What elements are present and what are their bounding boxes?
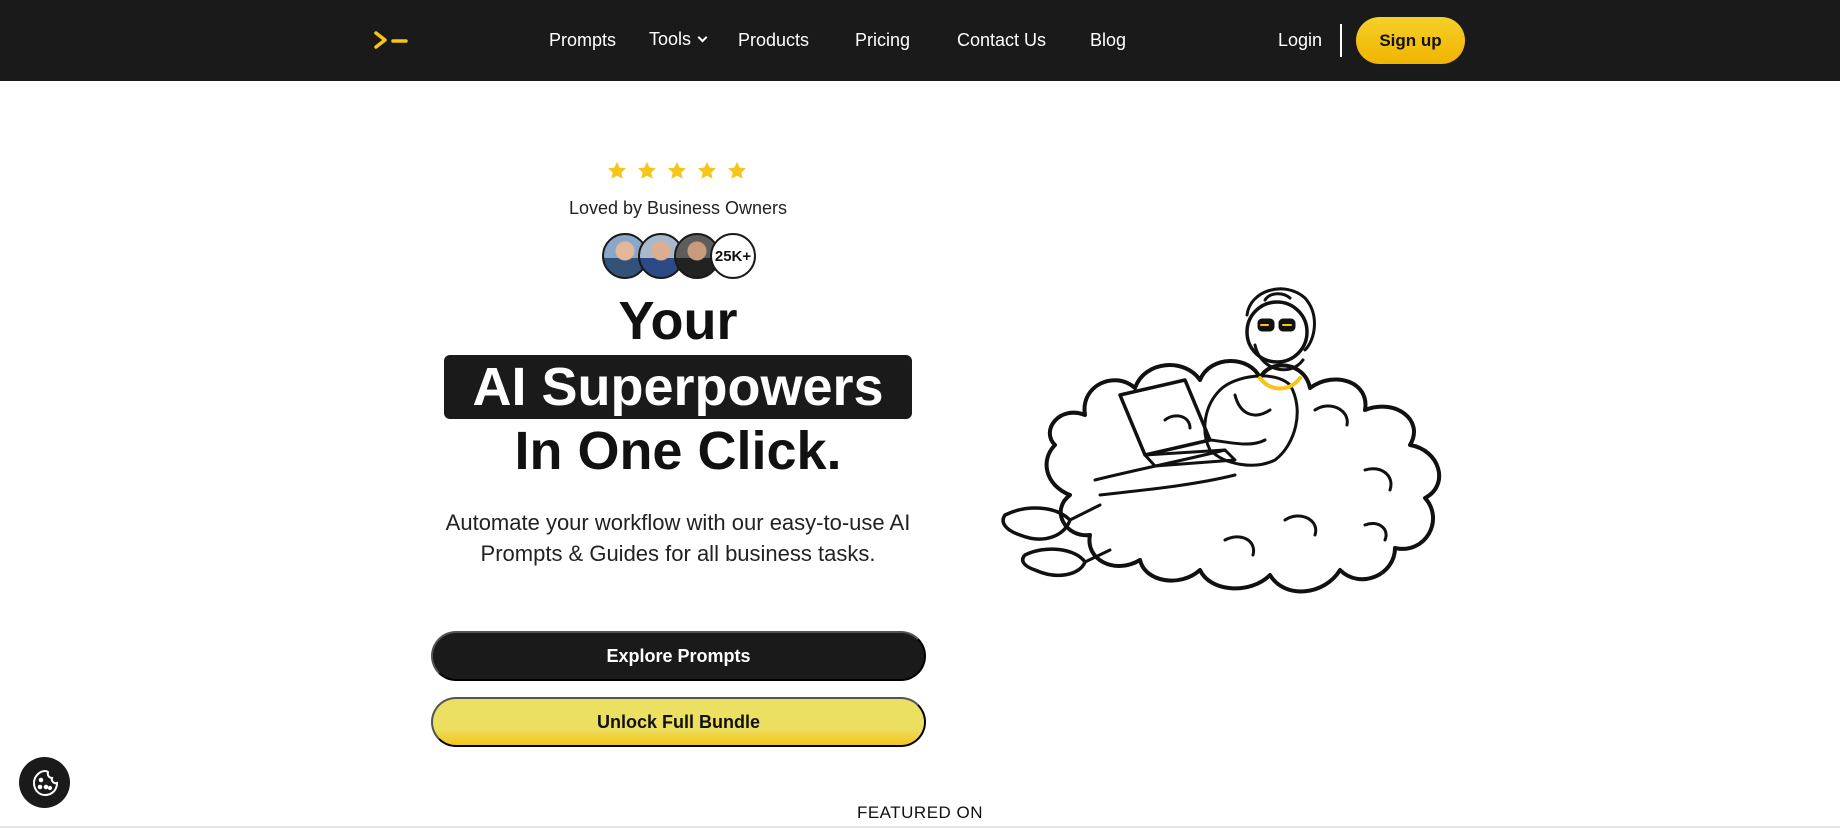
star-icon [698, 161, 716, 179]
nav-link-contact-us[interactable]: Contact Us [957, 29, 1046, 51]
signup-button[interactable]: Sign up [1356, 17, 1465, 64]
cookie-icon [32, 769, 58, 796]
nav-divider [1340, 24, 1342, 57]
chevron-down-icon [697, 32, 708, 43]
rating-stars [606, 160, 748, 182]
star-icon [608, 161, 626, 179]
logo-icon[interactable] [373, 28, 409, 52]
rating-label: Loved by Business Owners [568, 198, 788, 218]
user-count-badge: 25K+ [710, 233, 756, 279]
nav-link-tools[interactable]: Tools [649, 28, 708, 50]
login-link[interactable]: Login [1278, 29, 1322, 51]
headline-line3: In One Click. [514, 421, 842, 481]
nav-link-prompts[interactable]: Prompts [549, 29, 616, 51]
unlock-bundle-button[interactable]: Unlock Full Bundle [431, 697, 926, 747]
explore-prompts-button[interactable]: Explore Prompts [431, 631, 926, 681]
star-icon [638, 161, 656, 179]
star-icon [728, 161, 746, 179]
cookie-settings-button[interactable] [19, 757, 70, 808]
hero-illustration [1001, 287, 1442, 594]
headline-line1: Your [618, 291, 738, 351]
nav-link-products[interactable]: Products [738, 29, 809, 51]
hero-subtitle: Automate your workflow with our easy-to-… [445, 510, 911, 566]
nav-link-tools-label: Tools [649, 29, 692, 49]
top-nav: Prompts Tools Products Pricing Contact U… [0, 0, 1840, 81]
nav-link-blog[interactable]: Blog [1090, 29, 1126, 51]
user-avatars: 25K+ [602, 233, 762, 281]
nav-link-pricing[interactable]: Pricing [855, 29, 910, 51]
headline-highlight: AI Superpowers [444, 355, 912, 419]
featured-on-label: FEATURED ON [856, 803, 984, 822]
star-icon [668, 161, 686, 179]
